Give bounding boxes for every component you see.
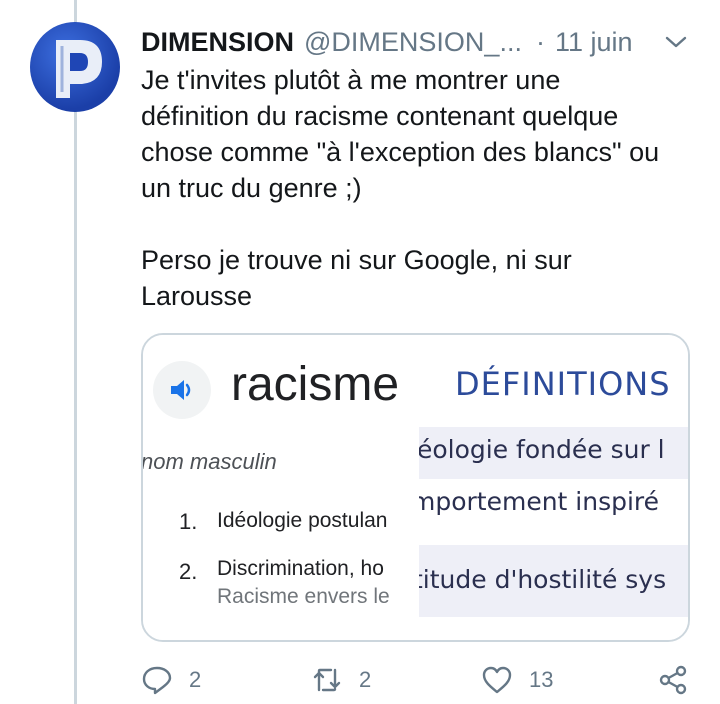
definition-number: 1. <box>179 509 198 534</box>
like-button[interactable]: 13 <box>481 660 553 700</box>
attached-image[interactable]: racisme nom masculin 1. Idéologie postul… <box>141 333 690 642</box>
larousse-line-text: éologie fondée sur l <box>419 435 665 464</box>
header-separator: · <box>535 26 545 57</box>
tweet-actions: 2 2 13 <box>141 660 701 700</box>
tweet-text: Je t'invites plutôt à me montrer une déf… <box>141 62 691 314</box>
tweet-text-line: Perso je trouve ni sur Google, ni sur <box>141 245 572 275</box>
larousse-heading: DÉFINITIONS <box>455 365 671 403</box>
tweet-date[interactable]: 11 juin <box>555 27 633 58</box>
dimension-logo-icon <box>56 40 102 98</box>
larousse-line-text: mportement inspiré <box>419 487 660 516</box>
larousse-line-text: titude d'hostilité sys <box>419 565 667 594</box>
share-button[interactable] <box>657 660 689 700</box>
definition-text: Idéologie postulan <box>217 509 388 532</box>
tweet-text-line: chose comme "à l'exception des blancs" o… <box>141 137 660 167</box>
larousse-line: titude d'hostilité sys <box>419 545 688 617</box>
tweet-text-line: un truc du genre ;) <box>141 173 362 203</box>
larousse-line: éologie fondée sur l <box>419 427 688 479</box>
heart-icon <box>482 666 512 694</box>
tweet-text-line: définition du racisme contenant quelque <box>141 101 619 131</box>
share-icon <box>659 665 687 695</box>
speaker-icon <box>171 380 191 400</box>
google-definition-screenshot: racisme nom masculin 1. Idéologie postul… <box>141 335 421 640</box>
author-display-name[interactable]: DIMENSION <box>141 27 294 58</box>
avatar[interactable] <box>30 22 120 112</box>
reply-icon <box>142 666 172 695</box>
definition-text: Discrimination, ho <box>217 557 384 580</box>
tweet-text-line: Je t'invites plutôt à me montrer une <box>141 65 561 95</box>
like-count: 13 <box>529 667 554 692</box>
author-handle[interactable]: @DIMENSION_... <box>304 27 522 58</box>
larousse-line: mportement inspiré <box>419 479 688 535</box>
retweet-button[interactable]: 2 <box>311 660 371 700</box>
reply-button[interactable]: 2 <box>141 660 201 700</box>
retweet-count: 2 <box>359 667 372 692</box>
definition-number: 2. <box>179 559 198 584</box>
definition-word: racisme <box>231 358 400 411</box>
chevron-down-icon[interactable] <box>664 32 688 52</box>
definition-example: Racisme envers le <box>217 585 390 608</box>
speaker-button <box>153 361 211 419</box>
tweet-text-line: Larousse <box>141 281 253 311</box>
retweet-icon <box>313 668 341 692</box>
larousse-definition-screenshot: DÉFINITIONS éologie fondée sur l mportem… <box>419 335 688 640</box>
part-of-speech: nom masculin <box>141 449 277 474</box>
tweet-header: DIMENSION @DIMENSION_... · 11 juin <box>141 24 701 60</box>
reply-count: 2 <box>189 667 202 692</box>
